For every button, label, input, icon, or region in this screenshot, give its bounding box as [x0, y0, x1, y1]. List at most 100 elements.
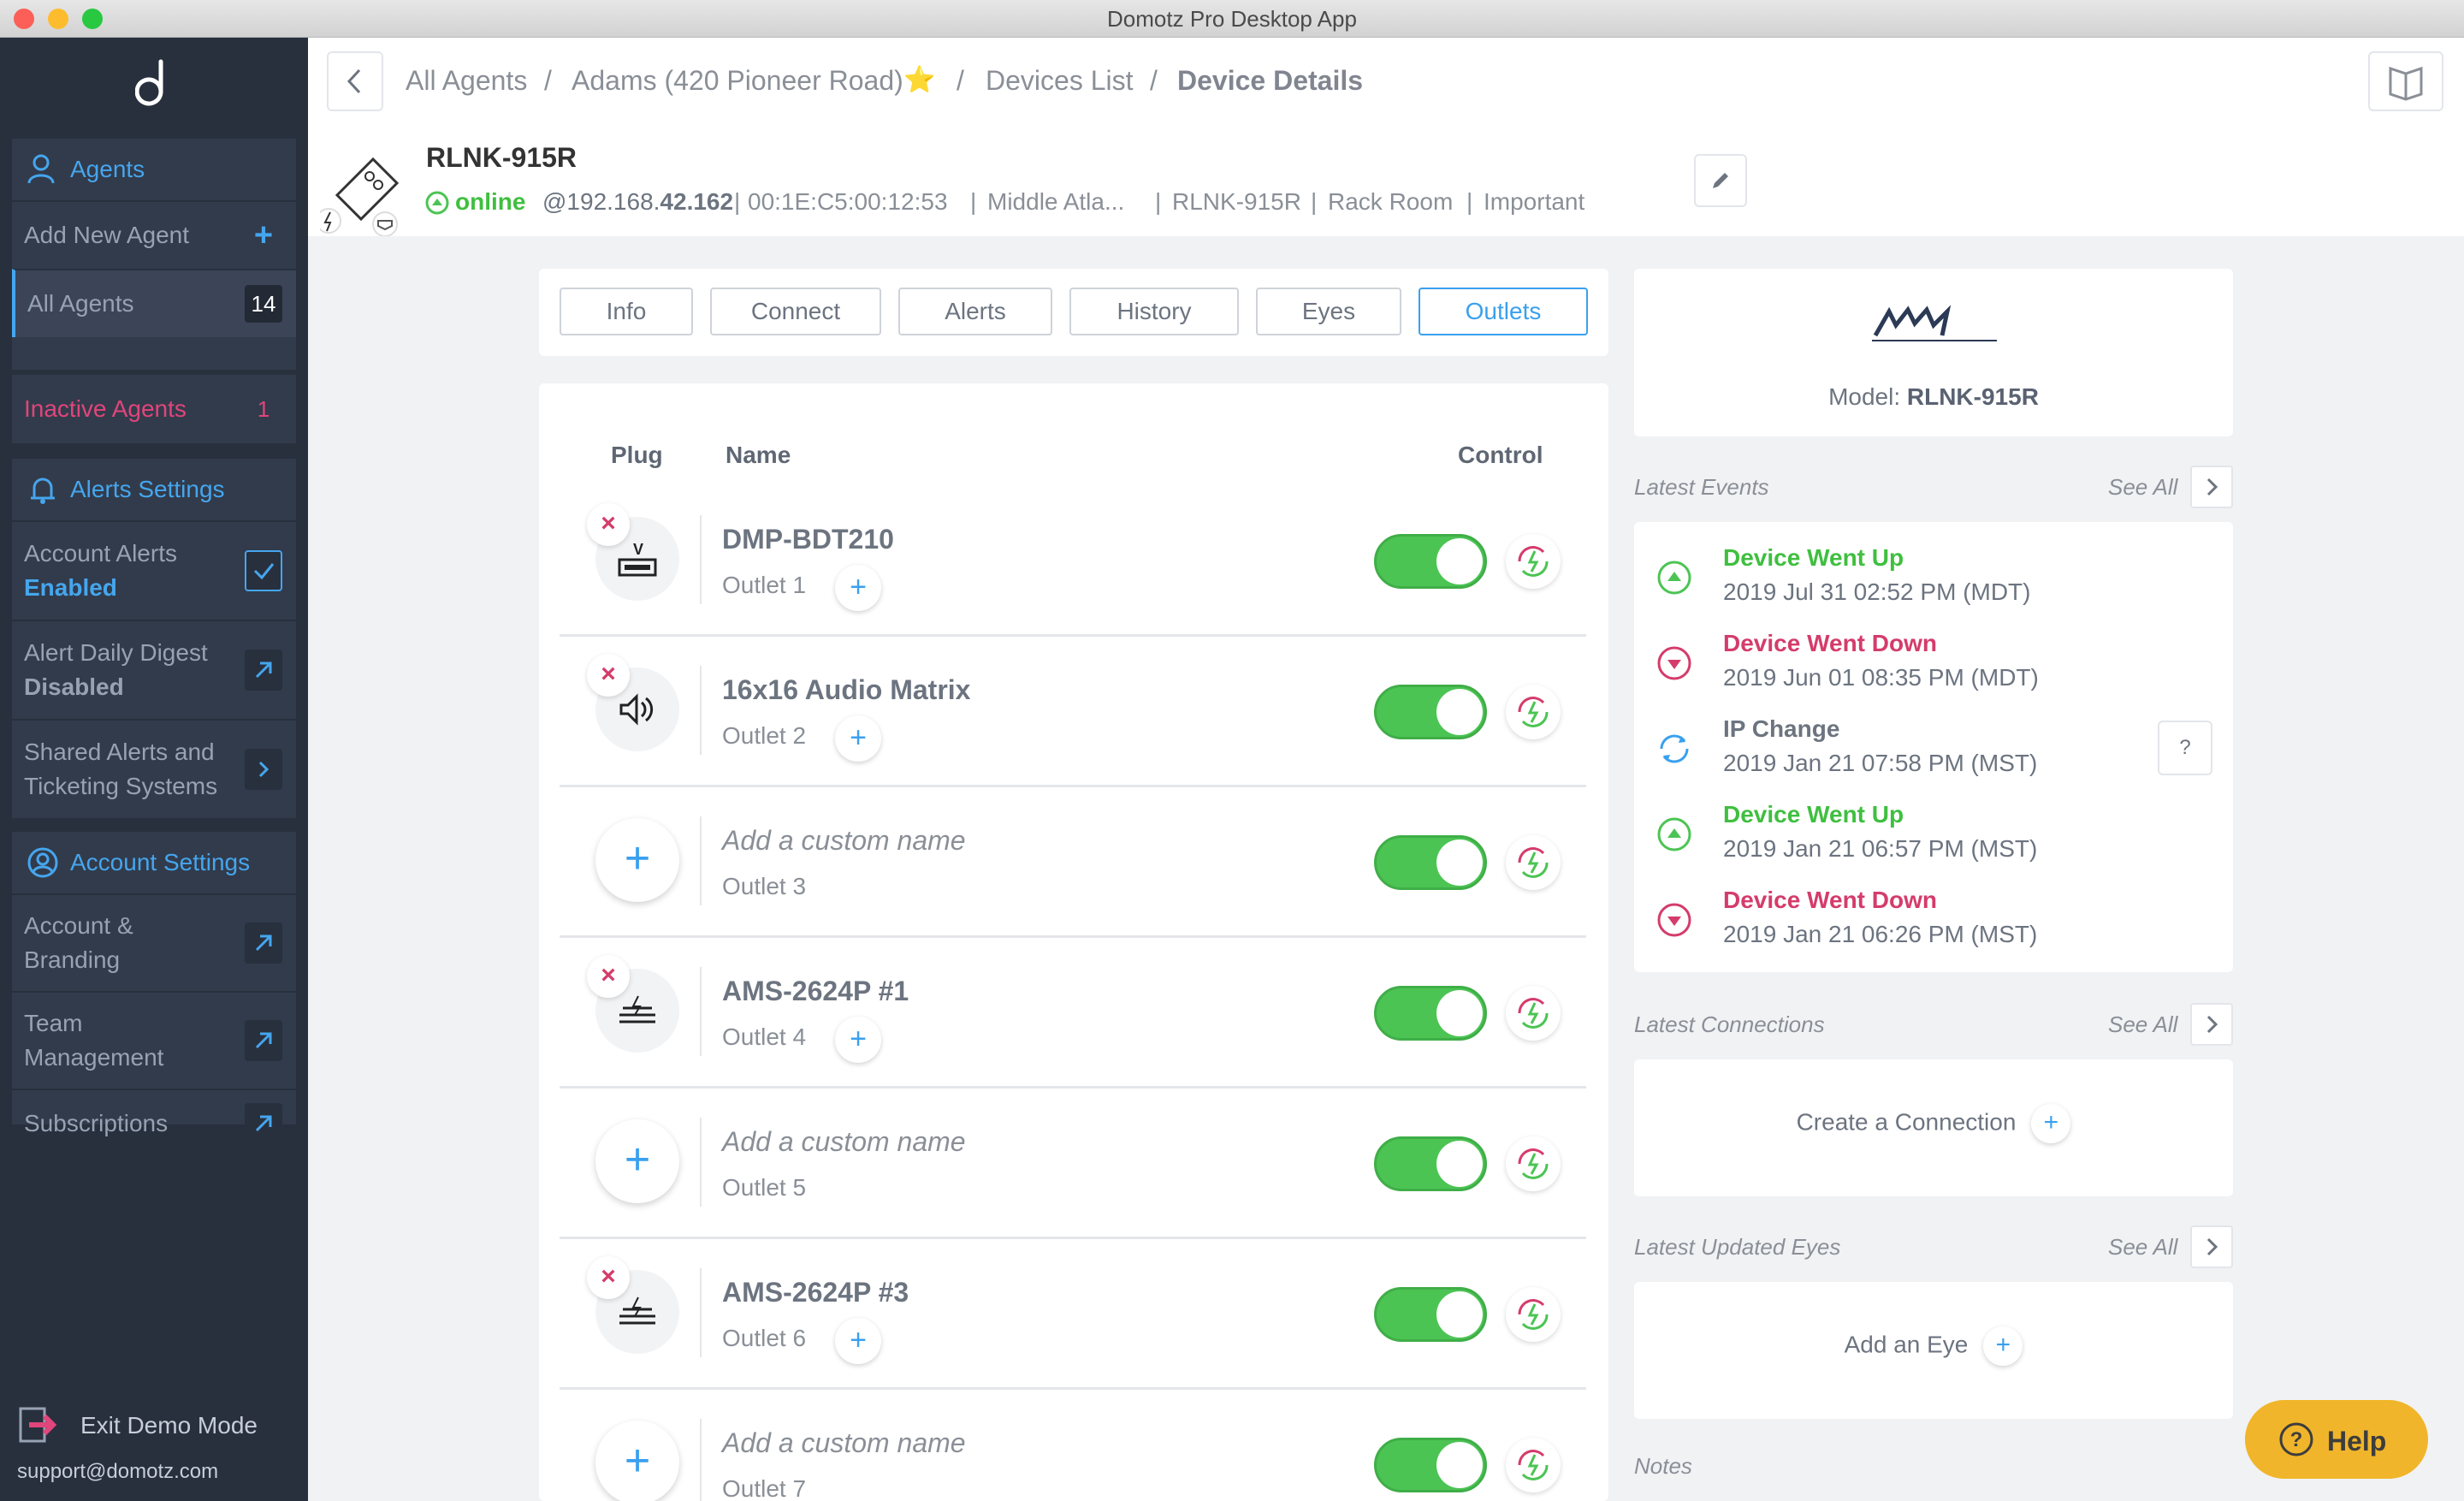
add-device-to-outlet-button[interactable]: + [835, 1318, 881, 1364]
power-strip-icon [320, 157, 400, 236]
help-button[interactable]: ? Help [2245, 1400, 2428, 1479]
remove-device-icon[interactable]: × [587, 1256, 630, 1299]
latest-connections-next-button[interactable] [2190, 1003, 2233, 1046]
zoom-window-button[interactable] [82, 9, 103, 29]
agents-section: Agents Add New Agent + All Agents 14 [12, 139, 296, 370]
ip-change-help-button[interactable]: ? [2158, 721, 2212, 775]
account-settings-header[interactable]: Account Settings [12, 832, 296, 893]
outlet-custom-name-placeholder[interactable]: Add a custom name [722, 1427, 966, 1459]
power-cycle-button[interactable] [1506, 1438, 1561, 1492]
sidebar-item-alert-daily-digest[interactable]: Alert Daily Digest Disabled [12, 620, 296, 719]
power-cycle-button[interactable] [1506, 685, 1561, 739]
event-title: Device Went Up [1723, 544, 1904, 571]
tab-info[interactable]: Info [560, 288, 693, 335]
external-link-icon[interactable] [245, 650, 282, 691]
breadcrumb-devices-list[interactable]: Devices List [986, 65, 1134, 97]
outlet-label: Outlet 1 [722, 572, 807, 598]
power-cycle-button[interactable] [1506, 1287, 1561, 1342]
tab-alerts[interactable]: Alerts [898, 288, 1052, 335]
sidebar-item-account-alerts[interactable]: Account Alerts Enabled [12, 520, 296, 620]
column-plug: Plug [611, 442, 663, 468]
outlet-custom-name-placeholder[interactable]: Add a custom name [722, 825, 966, 857]
sidebar-item-subscriptions[interactable]: Subscriptions [12, 1089, 296, 1157]
tab-connect[interactable]: Connect [710, 288, 881, 335]
latest-eyes-next-button[interactable] [2190, 1225, 2233, 1268]
power-cycle-button[interactable] [1506, 835, 1561, 890]
notes-title: Notes [1634, 1453, 1692, 1479]
exit-demo-button[interactable]: Exit Demo Mode [19, 1405, 293, 1448]
outlet-power-toggle[interactable] [1374, 534, 1487, 589]
sidebar-item-shared-alerts[interactable]: Shared Alerts and Ticketing Systems [12, 719, 296, 818]
outlet-power-toggle[interactable] [1374, 685, 1487, 739]
power-cycle-button[interactable] [1506, 1136, 1561, 1191]
outlet-power-toggle[interactable] [1374, 835, 1487, 890]
power-cycle-icon [1518, 998, 1549, 1029]
chevron-right-icon [2206, 1015, 2218, 1034]
outlet-power-toggle[interactable] [1374, 1287, 1487, 1342]
remove-device-icon[interactable]: × [587, 654, 630, 697]
tab-outlets[interactable]: Outlets [1419, 288, 1588, 335]
event-date: 2019 Jan 21 07:58 PM (MST) [1723, 750, 2038, 776]
plus-icon: + [1983, 1326, 2023, 1366]
breadcrumb-agent[interactable]: Adams (420 Pioneer Road) [572, 65, 903, 97]
account-alerts-checkbox[interactable] [245, 550, 282, 591]
tab-history[interactable]: History [1069, 288, 1239, 335]
pencil-icon [1713, 173, 1728, 188]
external-link-icon[interactable] [245, 923, 282, 964]
latest-eyes-see-all[interactable]: See All [2108, 1234, 2177, 1261]
remove-device-icon[interactable]: × [587, 955, 630, 998]
close-window-button[interactable] [14, 9, 34, 29]
latest-connections-title: Latest Connections [1634, 1012, 1825, 1037]
outlet-power-toggle[interactable] [1374, 986, 1487, 1041]
add-device-plug-button[interactable]: + [595, 1421, 679, 1501]
chevron-right-icon[interactable] [245, 749, 282, 790]
add-device-to-outlet-button[interactable]: + [835, 715, 881, 762]
external-link-icon[interactable] [245, 1103, 282, 1144]
sidebar-item-team-management[interactable]: Team Management [12, 991, 296, 1089]
outlets-panel: Plug Name Control V × DMP-BDT210 Outlet … [539, 383, 1608, 1501]
sidebar-item-inactive-agents[interactable] [12, 337, 296, 370]
favorite-star-icon[interactable]: ⭐ [903, 65, 935, 95]
power-cycle-button[interactable] [1506, 986, 1561, 1041]
outlet-label: Outlet 6 [722, 1325, 807, 1351]
external-link-icon[interactable] [245, 1020, 282, 1061]
outlet-custom-name-placeholder[interactable]: Add a custom name [722, 1126, 966, 1158]
outlet-row-7: + Add a custom name Outlet 7 [560, 1390, 1586, 1501]
agents-header[interactable]: Agents [12, 139, 296, 200]
remove-device-icon[interactable]: × [587, 503, 630, 546]
add-device-to-outlet-button[interactable]: + [835, 565, 881, 611]
latest-events-title: Latest Events [1634, 474, 1769, 500]
device-up-icon [1657, 817, 1691, 851]
support-email[interactable]: support@domotz.com [17, 1460, 218, 1484]
alerts-settings-header[interactable]: Alerts Settings [12, 459, 296, 520]
sidebar-item-all-agents[interactable]: All Agents 14 [12, 269, 296, 337]
add-eye-button[interactable]: Add an Eye + [1634, 1326, 2233, 1366]
latest-connections-see-all[interactable]: See All [2108, 1012, 2177, 1038]
add-new-agent-item[interactable]: Add New Agent + [12, 200, 296, 269]
add-device-plug-button[interactable]: + [595, 1119, 679, 1203]
latest-events-next-button[interactable] [2190, 466, 2233, 508]
edit-device-button[interactable] [1694, 154, 1747, 207]
sidebar-item-inactive-agents-row[interactable]: Inactive Agents 1 [12, 375, 296, 443]
event-title: Device Went Down [1723, 630, 1937, 656]
outlet-row-4: × AMS-2624P #1 Outlet 4 + [560, 938, 1586, 1089]
sidebar-item-account-branding[interactable]: Account & Branding [12, 893, 296, 991]
back-button[interactable] [327, 51, 383, 111]
add-device-plug-button[interactable]: + [595, 818, 679, 902]
docs-button[interactable] [2368, 51, 2443, 111]
tab-eyes[interactable]: Eyes [1256, 288, 1401, 335]
latest-events-see-all[interactable]: See All [2108, 474, 2177, 501]
check-icon [253, 563, 275, 580]
audio-icon [619, 693, 654, 726]
plus-icon[interactable]: + [245, 217, 282, 254]
account-settings-section: Account Settings Account & Branding Team M… [12, 832, 296, 1144]
power-cycle-icon [1518, 1450, 1549, 1480]
add-device-to-outlet-button[interactable]: + [835, 1017, 881, 1063]
power-cycle-button[interactable] [1506, 534, 1561, 589]
create-connection-button[interactable]: Create a Connection + [1634, 1104, 2233, 1143]
breadcrumb-all-agents[interactable]: All Agents [406, 65, 527, 97]
outlet-power-toggle[interactable] [1374, 1136, 1487, 1191]
outlet-power-toggle[interactable] [1374, 1438, 1487, 1492]
minimize-window-button[interactable] [48, 9, 68, 29]
help-icon: ? [2279, 1422, 2313, 1457]
